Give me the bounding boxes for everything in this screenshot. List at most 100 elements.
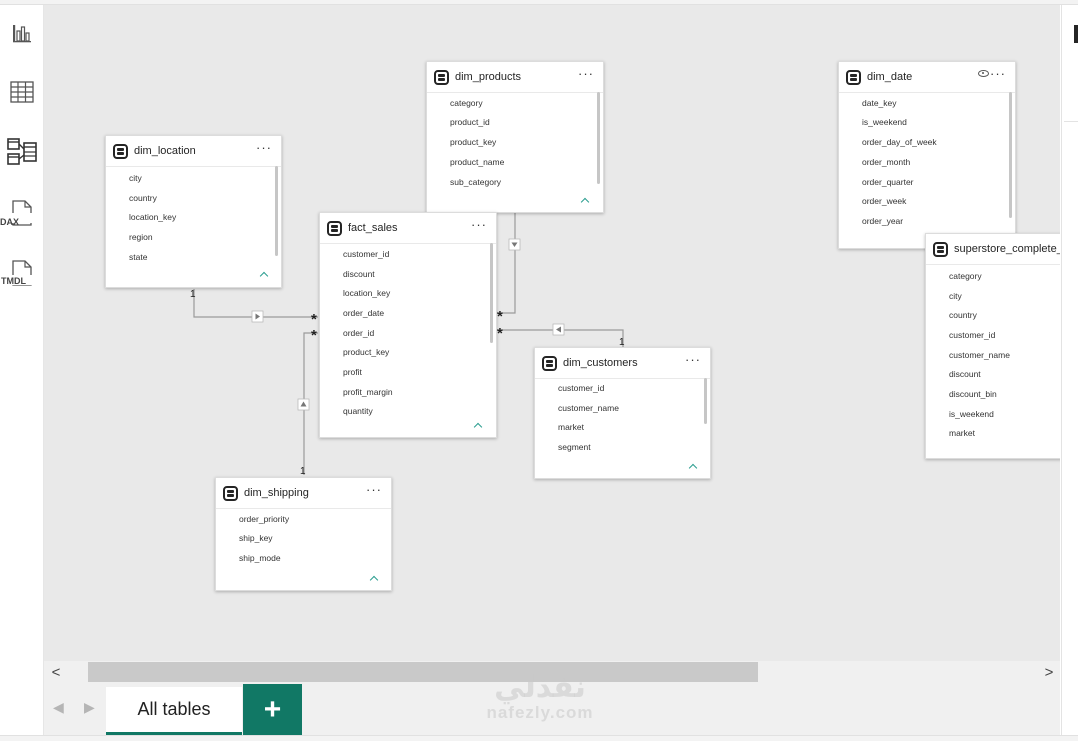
field-item[interactable]: order_priority <box>239 514 289 524</box>
right-pane-edge[interactable] <box>1061 5 1078 741</box>
table-icon <box>846 70 861 85</box>
field-item[interactable]: sub_category <box>450 177 501 187</box>
table-card-dim-customers[interactable]: dim_customers ··· customer_id customer_n… <box>534 347 711 479</box>
direction-arrow-location <box>251 310 264 323</box>
tab-all-tables[interactable]: All tables <box>106 687 242 735</box>
layout-tab-bar: ◀ ▶ All tables + <box>44 683 1060 735</box>
more-options-icon[interactable]: ··· <box>256 140 272 155</box>
report-view-icon[interactable] <box>0 11 44 55</box>
tmdl-view-icon[interactable]: TMDL <box>0 251 44 295</box>
field-item[interactable]: country <box>129 193 157 203</box>
table-card-dim-products[interactable]: dim_products ··· category product_id pro… <box>426 61 604 213</box>
field-item[interactable]: order_id <box>343 328 374 338</box>
field-item[interactable]: discount <box>949 369 981 379</box>
collapse-chevron-icon[interactable] <box>473 420 483 430</box>
table-card-superstore-complete[interactable]: superstore_complete_a category city coun… <box>925 233 1060 459</box>
field-item[interactable]: customer_id <box>949 330 995 340</box>
field-item[interactable]: profit <box>343 367 362 377</box>
field-item[interactable]: category <box>949 271 982 281</box>
collapse-chevron-icon[interactable] <box>259 269 269 279</box>
vertical-scrollbar[interactable] <box>490 243 493 343</box>
table-name: dim_shipping <box>244 487 309 499</box>
field-item[interactable]: city <box>949 291 962 301</box>
direction-arrow-customers <box>552 323 565 336</box>
tab-prev-icon[interactable]: ◀ <box>53 699 64 716</box>
relationship-products-sales[interactable] <box>495 212 516 314</box>
vertical-scrollbar[interactable] <box>704 378 707 424</box>
field-item[interactable]: customer_id <box>343 249 389 259</box>
scroll-right-icon[interactable]: > <box>1038 661 1060 683</box>
table-icon <box>434 70 449 85</box>
direction-arrow-products <box>508 238 521 251</box>
field-item[interactable]: order_week <box>862 196 906 206</box>
dax-query-view-icon[interactable]: DAX <box>0 191 44 235</box>
vertical-scrollbar[interactable] <box>597 92 600 184</box>
table-card-dim-location[interactable]: dim_location ··· city country location_k… <box>105 135 282 288</box>
field-item[interactable]: country <box>949 310 977 320</box>
more-options-icon[interactable]: ··· <box>990 66 1006 81</box>
table-card-dim-shipping[interactable]: dim_shipping ··· order_priority ship_key… <box>215 477 392 591</box>
field-item[interactable]: discount <box>343 269 375 279</box>
field-item[interactable]: discount_bin <box>949 389 997 399</box>
field-item[interactable]: customer_id <box>558 383 604 393</box>
field-item[interactable]: order_day_of_week <box>862 137 937 147</box>
field-item[interactable]: category <box>450 98 483 108</box>
table-icon <box>327 221 342 236</box>
pane-marker <box>1074 25 1078 43</box>
field-item[interactable]: ship_mode <box>239 553 281 563</box>
field-item[interactable]: is_weekend <box>862 117 907 127</box>
model-canvas[interactable]: 1 * * * * 1 1 dim_location ··· city coun… <box>44 5 1060 661</box>
field-item[interactable]: product_key <box>343 347 389 357</box>
model-view-icon[interactable] <box>0 130 44 174</box>
more-options-icon[interactable]: ··· <box>366 482 382 497</box>
field-item[interactable]: ship_key <box>239 533 273 543</box>
table-header: dim_date ··· <box>839 62 1015 92</box>
field-item[interactable]: customer_name <box>558 403 619 413</box>
table-name: fact_sales <box>348 222 398 234</box>
vertical-scrollbar[interactable] <box>275 166 278 256</box>
table-header: dim_location ··· <box>106 136 281 166</box>
table-view-icon[interactable] <box>0 70 44 114</box>
more-options-icon[interactable]: ··· <box>685 352 701 367</box>
field-item[interactable]: market <box>558 422 584 432</box>
field-item[interactable]: customer_name <box>949 350 1010 360</box>
field-item[interactable]: product_id <box>450 117 490 127</box>
collapse-chevron-icon[interactable] <box>580 195 590 205</box>
field-item[interactable]: location_key <box>343 288 390 298</box>
add-layout-button[interactable]: + <box>243 684 302 735</box>
eye-icon[interactable] <box>978 70 989 77</box>
collapse-chevron-icon[interactable] <box>369 573 379 583</box>
field-item[interactable]: order_year <box>862 216 903 226</box>
tmdl-label: TMDL <box>1 276 26 286</box>
field-item[interactable]: segment <box>558 442 591 452</box>
field-item[interactable]: profit_margin <box>343 387 393 397</box>
table-name: dim_date <box>867 71 913 83</box>
field-item[interactable]: region <box>129 232 153 242</box>
field-item[interactable]: date_key <box>862 98 897 108</box>
field-item[interactable]: order_month <box>862 157 910 167</box>
field-item[interactable]: market <box>949 428 975 438</box>
field-item[interactable]: product_key <box>450 137 496 147</box>
header-divider <box>106 166 281 167</box>
more-options-icon[interactable]: ··· <box>578 66 594 81</box>
tab-next-icon[interactable]: ▶ <box>84 699 95 716</box>
scroll-left-icon[interactable]: < <box>45 661 67 683</box>
field-item[interactable]: city <box>129 173 142 183</box>
cardinality-one-shipping: 1 <box>300 466 306 477</box>
field-item[interactable]: is_weekend <box>949 409 994 419</box>
field-item[interactable]: quantity <box>343 406 373 416</box>
table-card-fact-sales[interactable]: fact_sales ··· customer_id discount loca… <box>319 212 497 438</box>
field-item[interactable]: order_date <box>343 308 384 318</box>
collapse-chevron-icon[interactable] <box>688 461 698 471</box>
more-options-icon[interactable]: ··· <box>471 217 487 232</box>
field-item[interactable]: location_key <box>129 212 176 222</box>
vertical-scrollbar[interactable] <box>1009 92 1012 218</box>
table-card-dim-date[interactable]: dim_date ··· date_key is_weekend order_d… <box>838 61 1016 249</box>
field-item[interactable]: state <box>129 252 147 262</box>
scroll-thumb[interactable] <box>88 662 758 682</box>
table-name: dim_products <box>455 71 522 83</box>
field-item[interactable]: product_name <box>450 157 504 167</box>
cardinality-many-shipping: * <box>311 327 317 344</box>
field-item[interactable]: order_quarter <box>862 177 914 187</box>
horizontal-scrollbar[interactable]: < > <box>44 661 1060 683</box>
